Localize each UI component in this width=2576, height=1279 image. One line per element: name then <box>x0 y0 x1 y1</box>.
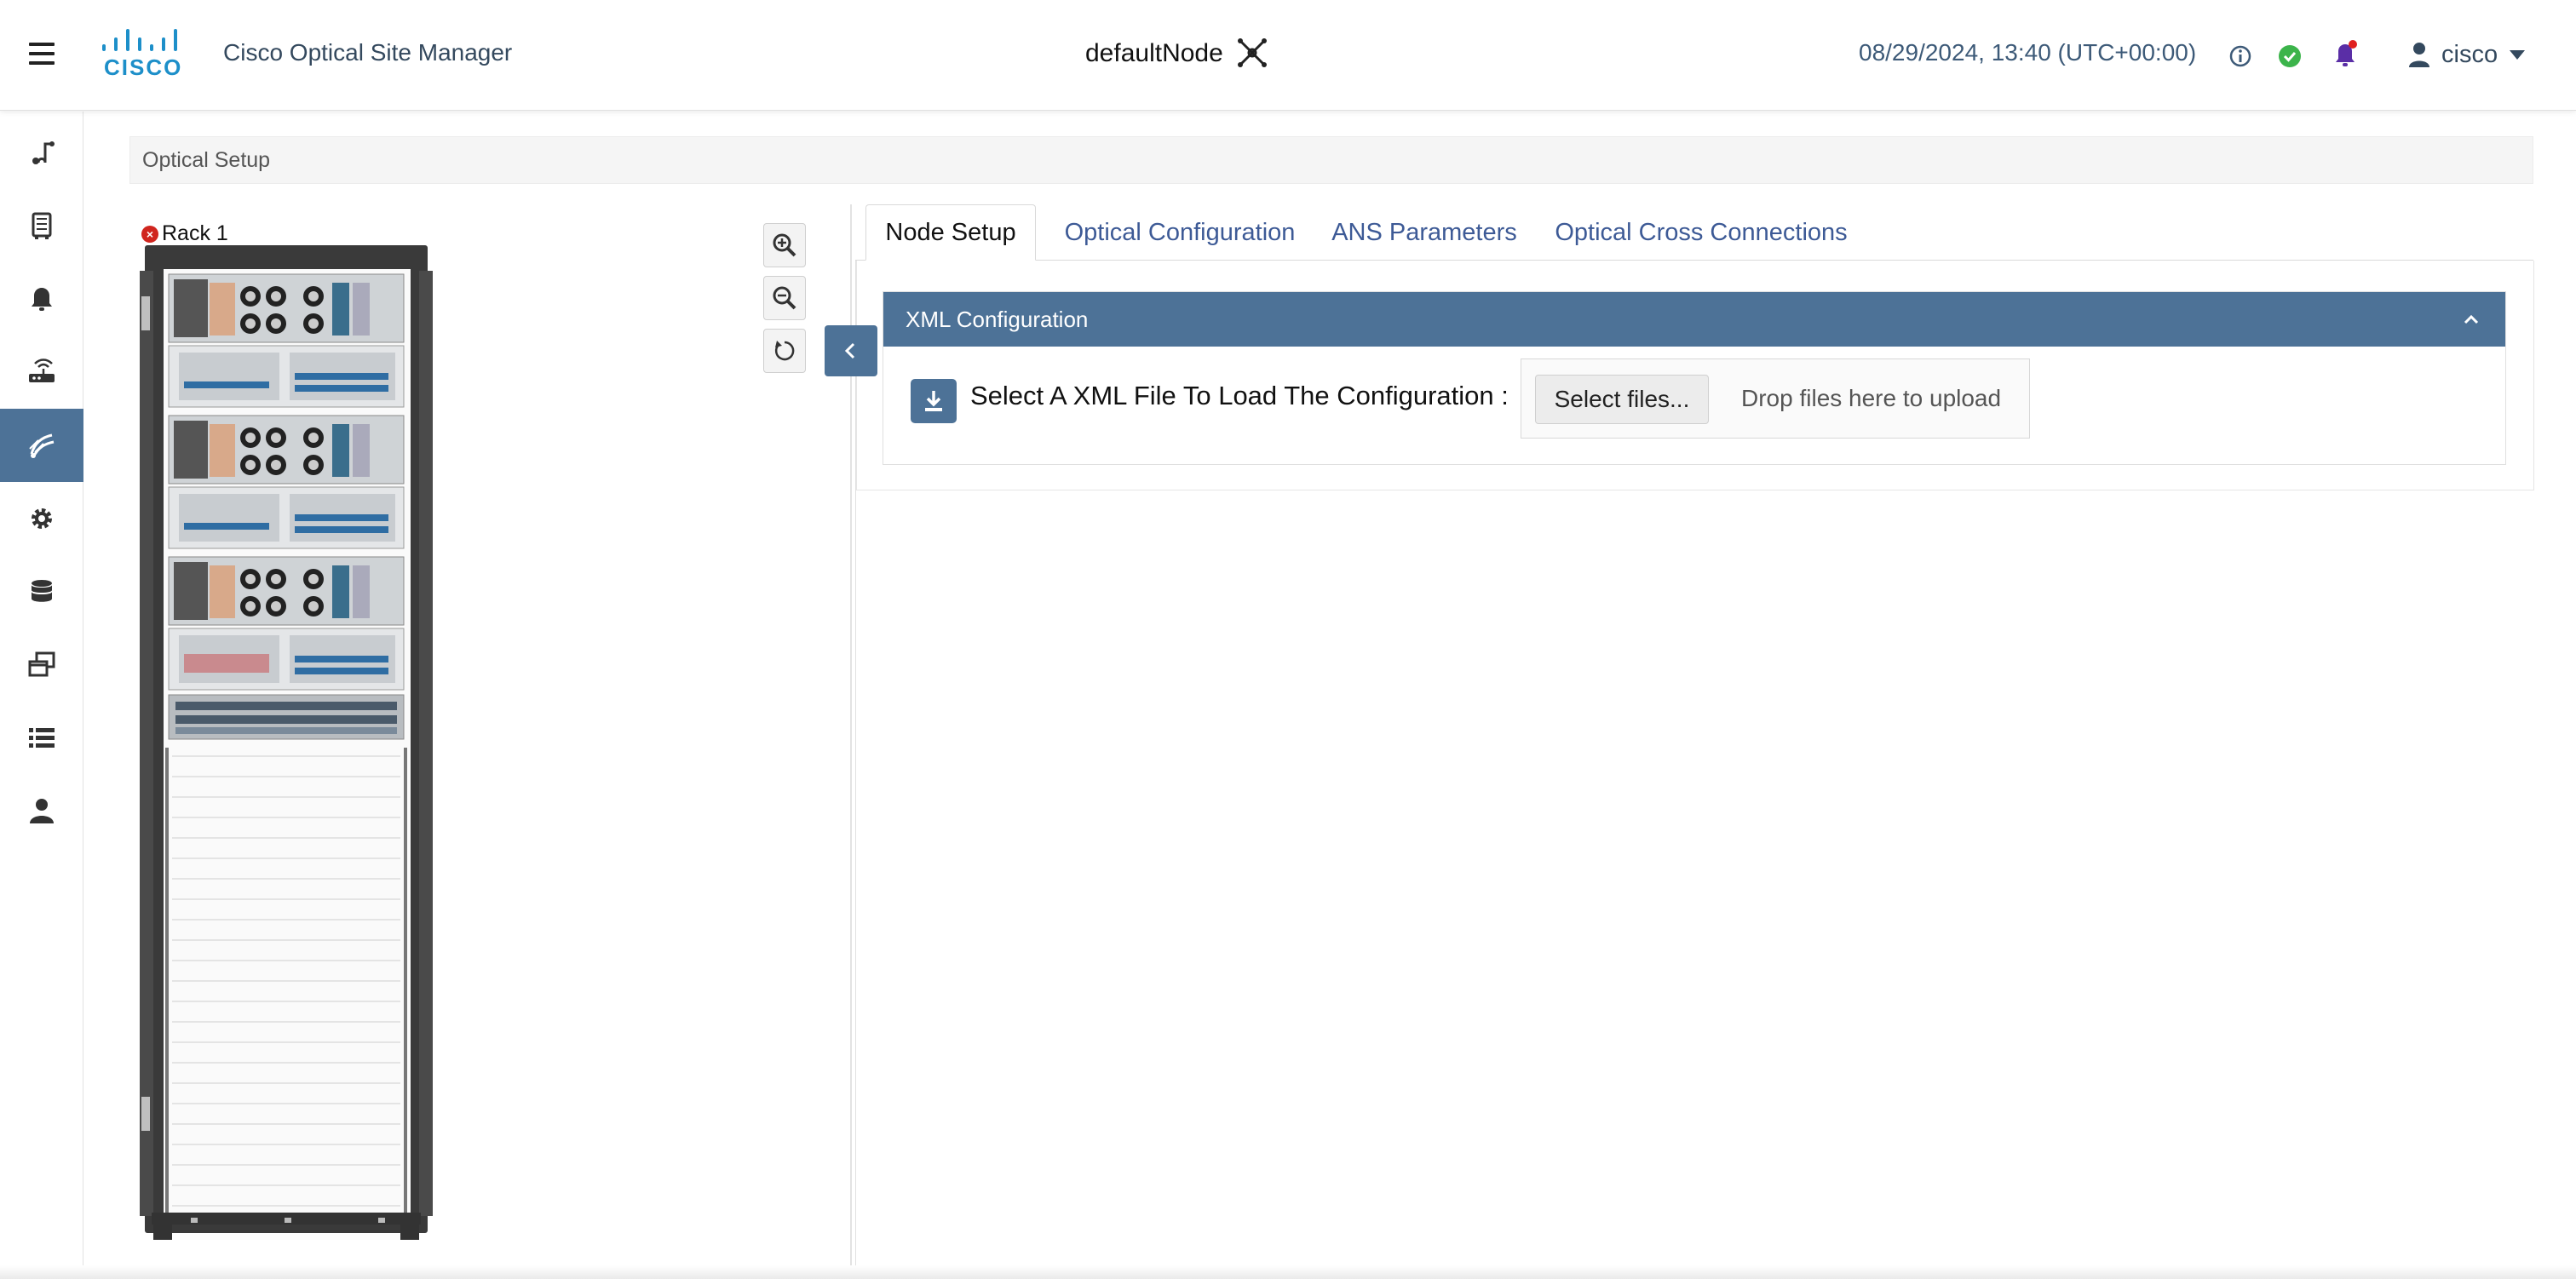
breadcrumb-text: Optical Setup <box>142 147 271 172</box>
bell-icon[interactable] <box>2331 39 2360 70</box>
xml-configuration-panel: XML Configuration Select A XML File To L… <box>883 291 2506 465</box>
zoom-in-icon <box>773 233 796 257</box>
bottom-edge <box>0 1265 2576 1279</box>
hamburger-menu-icon[interactable] <box>29 43 58 66</box>
chevron-down-icon <box>2510 49 2526 60</box>
network-node-icon[interactable] <box>1235 36 1269 70</box>
collapse-panel-button[interactable] <box>825 325 877 376</box>
users-icon[interactable] <box>0 775 83 848</box>
left-navigation <box>0 112 83 1279</box>
zoom-in-button[interactable] <box>763 223 806 267</box>
cisco-logo: CISCO <box>101 29 187 80</box>
database-icon[interactable] <box>0 555 83 628</box>
alarm-bell-icon[interactable] <box>0 262 83 336</box>
user-name: cisco <box>2441 40 2498 68</box>
cisco-logo-bars <box>101 29 186 51</box>
tab-optical-cross-connections[interactable]: Optical Cross Connections <box>1535 204 1867 261</box>
rack-name: Rack 1 <box>162 221 228 245</box>
date-time: 08/29/2024, 13:40 (UTC+00:00) <box>1859 39 2197 66</box>
windows-icon[interactable] <box>0 628 83 702</box>
node-name: defaultNode <box>1085 39 1223 67</box>
tab-optical-configuration[interactable]: Optical Configuration <box>1044 204 1315 261</box>
tab-node-setup[interactable]: Node Setup <box>865 204 1036 261</box>
app-title: Cisco Optical Site Manager <box>223 39 513 66</box>
tab-ans-parameters[interactable]: ANS Parameters <box>1322 204 1527 261</box>
breadcrumb: Optical Setup <box>129 136 2533 184</box>
zoom-out-icon <box>773 286 796 310</box>
settings-gear-icon[interactable] <box>0 482 83 555</box>
check-circle-icon <box>2279 45 2301 67</box>
xml-configuration-header[interactable]: XML Configuration <box>883 292 2505 347</box>
chevron-left-icon <box>844 342 855 359</box>
reset-zoom-button[interactable] <box>763 329 806 373</box>
xml-file-label: Select A XML File To Load The Configurat… <box>970 381 1509 410</box>
xml-configuration-title: XML Configuration <box>906 306 1089 332</box>
info-icon[interactable] <box>2228 44 2252 68</box>
download-icon <box>911 379 957 423</box>
connections-icon[interactable] <box>0 116 83 189</box>
chevron-up-icon[interactable] <box>2461 309 2481 330</box>
refresh-icon <box>774 341 795 361</box>
top-header: CISCO Cisco Optical Site Manager default… <box>0 0 2576 111</box>
select-files-button[interactable]: Select files... <box>1535 375 1709 424</box>
tab-bar: Node Setup Optical Configuration ANS Par… <box>855 204 2533 261</box>
optical-setup-icon[interactable] <box>0 409 83 482</box>
router-icon[interactable] <box>0 336 83 409</box>
user-icon <box>2409 43 2429 67</box>
drop-files-text: Drop files here to upload <box>1741 385 2002 411</box>
rack-panel: × Rack 1 <box>129 204 852 1269</box>
rack-label[interactable]: × Rack 1 <box>141 221 228 246</box>
rack-diagram[interactable] <box>138 245 434 1250</box>
error-icon: × <box>141 225 158 243</box>
file-drop-zone[interactable]: Select files... Drop files here to uploa… <box>1521 358 2030 439</box>
logo-wordmark: CISCO <box>104 54 183 80</box>
list-icon[interactable] <box>0 702 83 775</box>
zoom-out-button[interactable] <box>763 276 806 320</box>
user-menu[interactable]: cisco <box>2407 37 2526 72</box>
device-icon[interactable] <box>0 189 83 262</box>
